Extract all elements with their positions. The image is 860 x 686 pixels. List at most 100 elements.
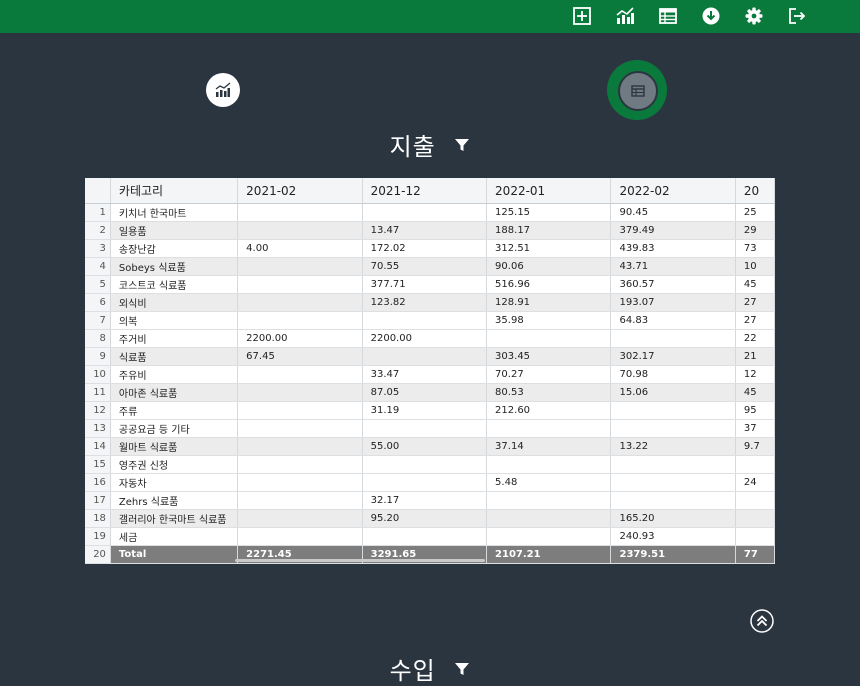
value-cell[interactable]: 95 — [735, 401, 775, 420]
value-cell[interactable]: 377.71 — [362, 275, 488, 294]
table-row[interactable]: 19 세금 240.93 — [85, 527, 775, 546]
category-cell[interactable]: 의복 — [110, 311, 239, 330]
table-row[interactable]: 2 일용품 13.47 188.17 379.49 29 — [85, 221, 775, 240]
column-header[interactable]: 2022-02 — [610, 178, 736, 204]
value-cell[interactable]: 27 — [735, 293, 775, 312]
value-cell[interactable]: 67.45 — [237, 347, 363, 366]
category-cell[interactable]: 세금 — [110, 527, 239, 546]
value-cell[interactable]: 32.17 — [362, 491, 488, 510]
value-cell[interactable] — [610, 401, 736, 420]
value-cell[interactable]: 2107.21 — [486, 545, 612, 564]
table-row[interactable]: 14 월마트 식료품 55.00 37.14 13.22 9.7 — [85, 437, 775, 456]
value-cell[interactable] — [486, 509, 612, 528]
value-cell[interactable] — [237, 509, 363, 528]
category-cell[interactable]: 자동차 — [110, 473, 239, 492]
value-cell[interactable]: 172.02 — [362, 239, 488, 258]
download-icon[interactable] — [701, 6, 721, 26]
value-cell[interactable]: 35.98 — [486, 311, 612, 330]
value-cell[interactable]: 2200.00 — [362, 329, 488, 348]
value-cell[interactable]: 21 — [735, 347, 775, 366]
chart-view-button[interactable] — [206, 73, 240, 107]
value-cell[interactable] — [362, 473, 488, 492]
value-cell[interactable]: 22 — [735, 329, 775, 348]
table-view-button[interactable] — [607, 60, 667, 120]
category-cell[interactable]: Sobeys 식료품 — [110, 257, 239, 276]
value-cell[interactable]: 872.69 — [362, 563, 488, 564]
value-cell[interactable] — [362, 455, 488, 474]
value-cell[interactable] — [486, 329, 612, 348]
value-cell[interactable]: 125.15 — [486, 203, 612, 222]
value-cell[interactable]: 303.45 — [486, 347, 612, 366]
value-cell[interactable]: 45 — [735, 275, 775, 294]
expense-table[interactable]: 카테고리 2021-02 2021-12 2022-01 2022-02 20 … — [85, 178, 775, 564]
column-header[interactable]: 2022-01 — [486, 178, 612, 204]
value-cell[interactable]: 90.06 — [486, 257, 612, 276]
category-cell[interactable]: 아마존 식료품 — [110, 383, 239, 402]
value-cell[interactable]: 29 — [735, 221, 775, 240]
category-cell[interactable]: 주류 — [110, 401, 239, 420]
table-row[interactable]: 18 갤러리아 한국마트 식료품 95.20 165.20 — [85, 509, 775, 528]
value-cell[interactable]: 193.07 — [610, 293, 736, 312]
value-cell[interactable] — [237, 527, 363, 546]
value-cell[interactable]: 516.96 — [486, 275, 612, 294]
value-cell[interactable] — [486, 455, 612, 474]
value-cell[interactable]: 70.55 — [362, 257, 488, 276]
value-cell[interactable] — [237, 401, 363, 420]
value-cell[interactable]: 37 — [735, 419, 775, 438]
value-cell[interactable]: 73 — [735, 239, 775, 258]
value-cell[interactable]: 312.51 — [486, 239, 612, 258]
value-cell[interactable] — [237, 473, 363, 492]
add-sheet-icon[interactable] — [572, 6, 592, 26]
value-cell[interactable] — [237, 293, 363, 312]
value-cell[interactable]: 67.45 — [237, 563, 363, 564]
value-cell[interactable]: 55.00 — [362, 437, 488, 456]
value-cell[interactable] — [735, 527, 775, 546]
value-cell[interactable] — [486, 419, 612, 438]
table-row[interactable]: 12 주류 31.19 212.60 95 — [85, 401, 775, 420]
value-cell[interactable]: 15.06 — [610, 383, 736, 402]
value-cell[interactable] — [610, 491, 736, 510]
value-cell[interactable]: 1183.45 — [610, 563, 736, 564]
value-cell[interactable]: 80.53 — [486, 383, 612, 402]
logout-icon[interactable] — [787, 6, 807, 26]
value-cell[interactable] — [237, 365, 363, 384]
value-cell[interactable] — [237, 257, 363, 276]
value-cell[interactable]: 360.57 — [610, 275, 736, 294]
value-cell[interactable]: 33.47 — [362, 365, 488, 384]
value-cell[interactable] — [735, 509, 775, 528]
value-cell[interactable]: 165.20 — [610, 509, 736, 528]
value-cell[interactable]: 77 — [735, 545, 775, 564]
table-row[interactable]: 21식비 Total67.45872.691494.801183.4514 — [85, 563, 775, 564]
value-cell[interactable] — [735, 455, 775, 474]
value-cell[interactable] — [362, 527, 488, 546]
value-cell[interactable]: 212.60 — [486, 401, 612, 420]
value-cell[interactable] — [486, 491, 612, 510]
table-row[interactable]: 13 공공요금 등 기타 37 — [85, 419, 775, 438]
filter-icon[interactable] — [454, 661, 470, 677]
value-cell[interactable]: 14 — [735, 563, 775, 564]
category-cell[interactable]: 갤러리아 한국마트 식료품 — [110, 509, 239, 528]
category-cell[interactable]: 코스트코 식료품 — [110, 275, 239, 294]
value-cell[interactable]: 27 — [735, 311, 775, 330]
value-cell[interactable]: 188.17 — [486, 221, 612, 240]
table-row[interactable]: 16 자동차 5.48 24 — [85, 473, 775, 492]
value-cell[interactable]: 1494.80 — [486, 563, 612, 564]
value-cell[interactable] — [237, 311, 363, 330]
value-cell[interactable]: 128.91 — [486, 293, 612, 312]
value-cell[interactable]: 24 — [735, 473, 775, 492]
table-row[interactable]: 9 식료품 67.45 303.45 302.17 21 — [85, 347, 775, 366]
category-cell[interactable]: 식료품 — [110, 347, 239, 366]
table-row[interactable]: 4 Sobeys 식료품 70.55 90.06 43.71 10 — [85, 257, 775, 276]
value-cell[interactable] — [610, 329, 736, 348]
table-row[interactable]: 7 의복 35.98 64.83 27 — [85, 311, 775, 330]
table-row[interactable]: 6 외식비 123.82 128.91 193.07 27 — [85, 293, 775, 312]
filter-icon[interactable] — [454, 137, 470, 153]
value-cell[interactable]: 70.27 — [486, 365, 612, 384]
value-cell[interactable] — [610, 473, 736, 492]
value-cell[interactable]: 25 — [735, 203, 775, 222]
table-row[interactable]: 11 아마존 식료품 87.05 80.53 15.06 45 — [85, 383, 775, 402]
table-icon[interactable] — [658, 6, 678, 26]
value-cell[interactable] — [237, 275, 363, 294]
value-cell[interactable]: 2200.00 — [237, 329, 363, 348]
settings-icon[interactable] — [744, 6, 764, 26]
